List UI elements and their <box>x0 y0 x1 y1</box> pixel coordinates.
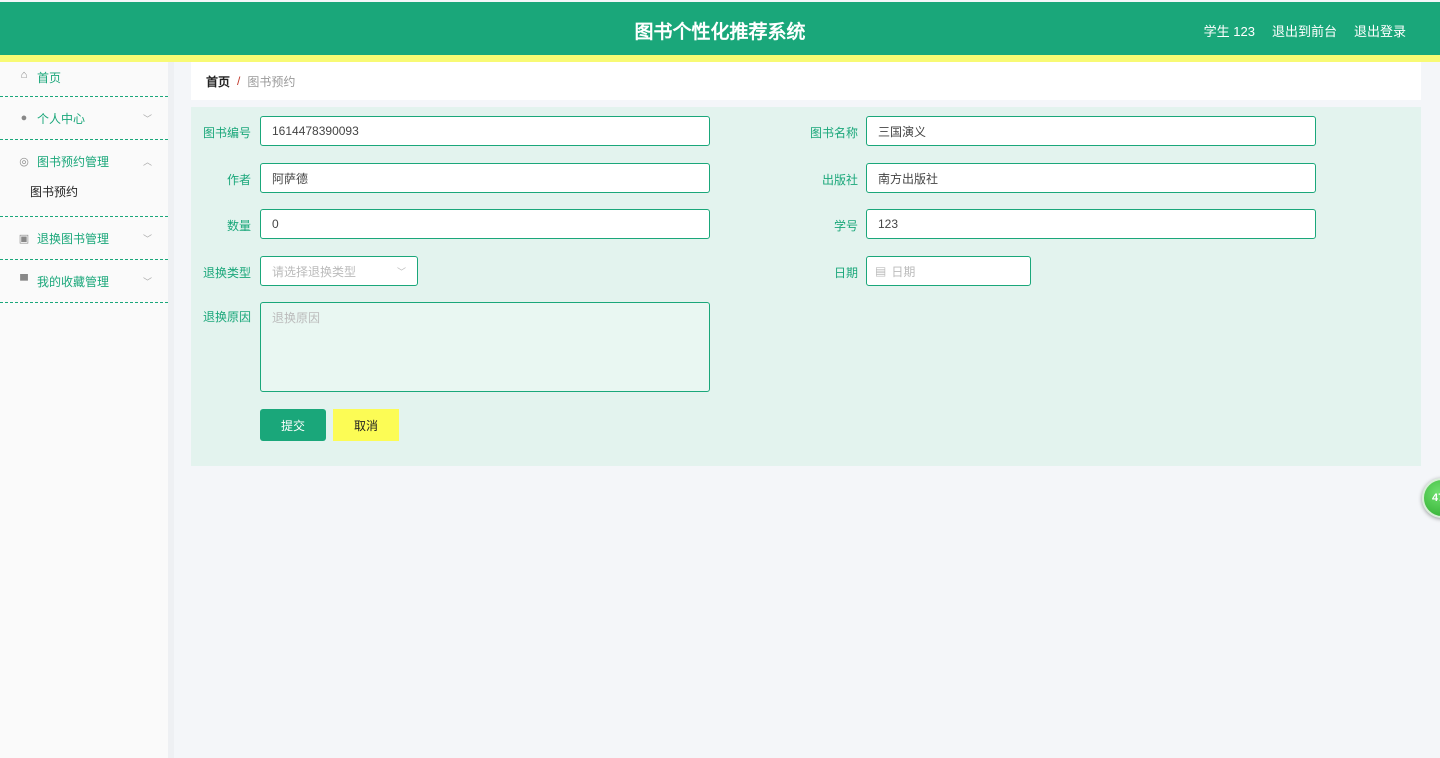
student-no-input[interactable]: 123 <box>866 209 1316 239</box>
date-placeholder: 日期 <box>891 264 916 279</box>
menu-label: 个人中心 <box>37 111 86 126</box>
author-input[interactable]: 阿萨德 <box>260 163 710 193</box>
home-icon: ⌂ <box>20 69 28 81</box>
breadcrumb-current: 图书预约 <box>247 74 296 89</box>
header-stripe <box>0 55 1440 62</box>
submit-button[interactable]: 提交 <box>260 409 326 441</box>
menu-label: 我的收藏管理 <box>37 274 110 289</box>
menu-label: 首页 <box>37 71 62 85</box>
sidebar-item-reservation[interactable]: ◎ 图书预约管理 ︿ <box>0 140 168 183</box>
sidebar-item-home[interactable]: ⌂ 首页 <box>0 62 168 97</box>
quantity-input[interactable]: 0 <box>260 209 710 239</box>
chevron-down-icon: ﹀ <box>396 266 406 277</box>
quantity-label: 数量 <box>226 219 251 233</box>
return-type-label: 退换类型 <box>202 266 251 280</box>
current-user: 学生 123 <box>1203 24 1255 39</box>
publisher-label: 出版社 <box>821 173 858 187</box>
chevron-down-icon: ﹀ <box>142 276 152 287</box>
return-type-select[interactable]: 请选择退换类型 ﹀ <box>260 256 418 286</box>
breadcrumb-home[interactable]: 首页 <box>206 73 230 90</box>
reason-textarea[interactable]: 退换原因 <box>260 302 710 392</box>
date-label: 日期 <box>833 266 858 280</box>
menu-label: 图书预约管理 <box>37 155 110 169</box>
floating-badge[interactable]: 47 <box>1422 478 1440 518</box>
book-name-label: 图书名称 <box>809 126 858 140</box>
student-no-label: 学号 <box>833 219 858 233</box>
sidebar-item-profile[interactable]: ● 个人中心 ﹀ <box>0 97 168 140</box>
author-label: 作者 <box>226 173 251 187</box>
monitor-icon: ▀ <box>20 275 28 287</box>
sidebar: ⌂ 首页 ● 个人中心 ﹀ ◎ 图书预约管理 ︿ 图书预约 ▣ 退换图书管理 ﹀ ▀ 我的收藏管… <box>0 62 174 758</box>
reason-label: 退换原因 <box>202 310 251 324</box>
breadcrumb-separator: / <box>237 74 241 88</box>
calendar-icon: ▤ <box>875 264 887 278</box>
clipboard-icon: ▣ <box>18 232 30 245</box>
book-no-input[interactable]: 1614478390093 <box>260 116 710 146</box>
user-icon: ● <box>20 112 28 124</box>
publisher-input[interactable]: 南方出版社 <box>866 163 1316 193</box>
book-name-input[interactable]: 三国演义 <box>866 116 1316 146</box>
date-picker[interactable]: ▤ 日期 <box>866 256 1031 286</box>
chevron-down-icon: ﹀ <box>142 233 152 244</box>
reservation-form: 图书编号 1614478390093 图书名称 三国演义 作者 阿萨德 出版社 … <box>191 107 1421 466</box>
circle-icon: ◎ <box>19 156 29 168</box>
header: 图书个性化推荐系统 学生 123 退出到前台 退出登录 <box>0 2 1440 55</box>
cancel-button[interactable]: 取消 <box>333 409 399 441</box>
logout-link[interactable]: 退出登录 <box>1354 21 1406 40</box>
sidebar-item-favorites[interactable]: ▀ 我的收藏管理 ﹀ <box>0 260 168 303</box>
sidebar-subitem-book-reservation[interactable]: 图书预约 <box>0 183 168 217</box>
select-placeholder: 请选择退换类型 <box>272 264 357 279</box>
chevron-up-icon: ︿ <box>142 157 152 167</box>
breadcrumb: 首页 / 图书预约 <box>191 62 1421 100</box>
back-to-front-link[interactable]: 退出到前台 <box>1272 21 1337 40</box>
book-no-label: 图书编号 <box>202 126 251 140</box>
chevron-down-icon: ﹀ <box>142 113 152 124</box>
menu-label: 退换图书管理 <box>37 231 110 246</box>
sidebar-item-returns[interactable]: ▣ 退换图书管理 ﹀ <box>0 217 168 260</box>
